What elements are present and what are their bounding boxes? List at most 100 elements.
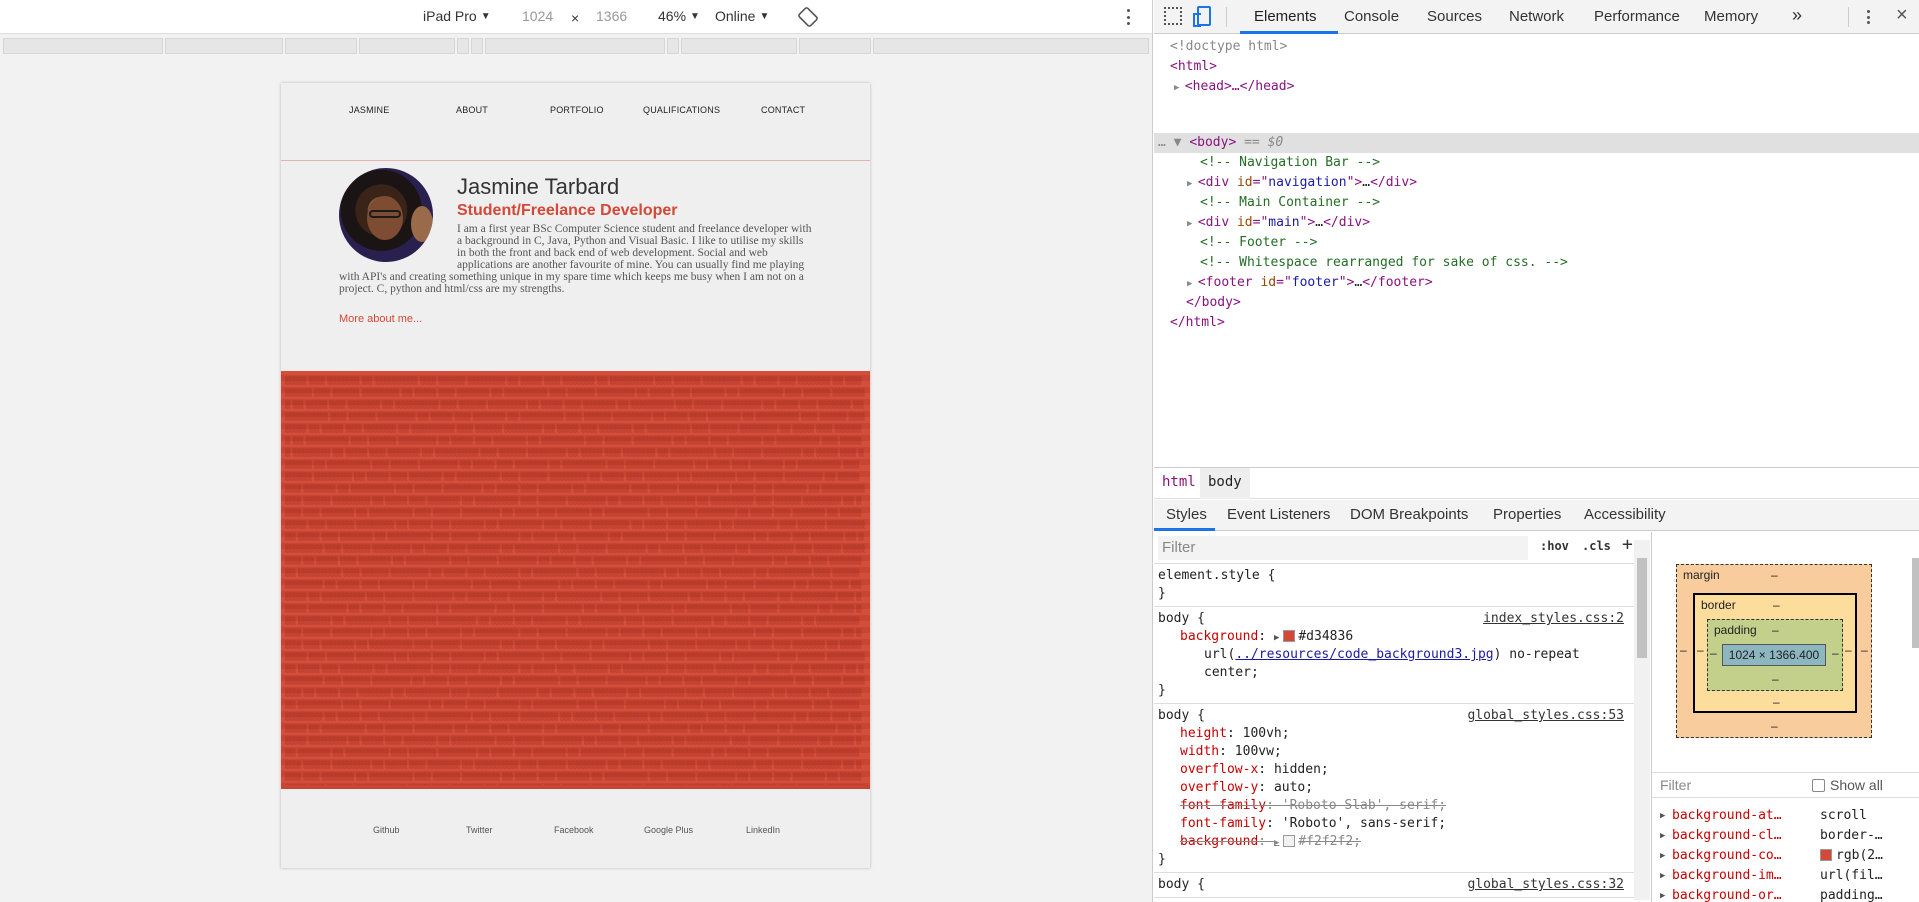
class-toggle[interactable]: .cls [1582, 539, 1611, 553]
dom-head[interactable]: ▶ <head>…</head> [1174, 77, 1294, 97]
tab-network[interactable]: Network [1509, 8, 1564, 25]
more-about-link[interactable]: More about me... [339, 313, 422, 325]
footer-link-twitter[interactable]: Twitter [466, 825, 493, 835]
tab-styles[interactable]: Styles [1166, 506, 1207, 523]
footer-link-google-plus[interactable]: Google Plus [644, 825, 693, 835]
computed-property-row[interactable]: ▶ background-im… url(fil… [1660, 866, 1910, 886]
zoom-select[interactable]: 46% ▼ [658, 8, 700, 24]
tab-properties[interactable]: Properties [1493, 506, 1561, 523]
scrollbar-thumb[interactable] [1637, 558, 1647, 658]
computed-scrollbar[interactable] [1912, 538, 1919, 898]
color-swatch[interactable] [1283, 835, 1296, 847]
nav-link-portfolio[interactable]: PORTFOLIO [550, 105, 604, 115]
inspect-element-icon[interactable] [1164, 7, 1182, 25]
style-declaration[interactable]: overflow-y: auto; [1158, 779, 1630, 797]
new-rule-button[interactable]: + [1622, 534, 1633, 555]
more-tabs-icon[interactable]: » [1792, 5, 1802, 26]
styles-filter-input[interactable]: Filter [1158, 536, 1528, 560]
profile-section: Jasmine Tarbard Student/Freelance Develo… [281, 161, 870, 372]
computed-property-row[interactable]: ▶ background-at… scroll [1660, 806, 1910, 826]
dom-body[interactable]: … ▼ <body> == $0 [1158, 133, 1283, 153]
profile-name: Jasmine Tarbard [457, 174, 620, 199]
site-navigation: JASMINE ABOUT PORTFOLIO QUALIFICATIONS C… [281, 83, 870, 161]
tab-sources[interactable]: Sources [1427, 8, 1482, 25]
network-select[interactable]: Online ▼ [715, 8, 769, 24]
network-value: Online [715, 8, 756, 24]
rule-selector: body { [1158, 708, 1205, 723]
styles-filter-row: Filter :hov .cls + [1154, 532, 1634, 564]
media-query-bar[interactable] [3, 38, 1150, 54]
chevron-down-icon: ▼ [690, 10, 700, 22]
color-swatch[interactable] [1283, 630, 1296, 642]
style-declaration[interactable]: font-family: 'Roboto', sans-serif; [1158, 815, 1630, 833]
times-sign: × [571, 10, 580, 26]
breadcrumb-body[interactable]: body [1208, 474, 1242, 490]
devtools-menu-icon[interactable] [1864, 8, 1872, 26]
dom-div-main[interactable]: ▶ <div id="main">…</div> [1187, 213, 1370, 233]
tab-event-listeners[interactable]: Event Listeners [1227, 506, 1330, 523]
dom-html-open[interactable]: <html> [1170, 57, 1217, 77]
footer-link-linkedin[interactable]: LinkedIn [746, 825, 780, 835]
show-all-checkbox[interactable] [1812, 779, 1825, 792]
more-options-icon[interactable] [1124, 7, 1132, 27]
styles-scrollbar[interactable] [1634, 540, 1650, 900]
site-footer: Github Twitter Facebook Google Plus Link… [281, 789, 870, 868]
scrollbar-thumb[interactable] [1912, 558, 1919, 648]
nav-link-home[interactable]: JASMINE [349, 105, 389, 115]
rule-source-link[interactable]: global_styles.css:32 [1467, 876, 1624, 894]
dom-comment-footer[interactable]: <!-- Footer --> [1200, 233, 1317, 253]
rule-selector[interactable]: element.style { [1158, 567, 1630, 585]
zoom-value: 46% [658, 8, 687, 24]
device-toolbar-toggle-icon[interactable] [1193, 6, 1211, 27]
dom-html-close[interactable]: </html> [1170, 313, 1225, 333]
nav-link-qualifications[interactable]: QUALIFICATIONS [643, 105, 720, 115]
dom-footer[interactable]: ▶ <footer id="footer">…</footer> [1187, 273, 1433, 293]
box-model-border[interactable]: border – – – – padding – – – – 1024 × 13… [1693, 593, 1857, 713]
code-texture: ▒▒▒▒ ▒▒▒ ▒▒▒▒▒▒ ▒▒ ▒▒▒▒▒▒▒▒ ▒▒▒ ▒▒▒▒▒ ▒▒… [285, 377, 865, 781]
box-model-margin[interactable]: margin – – – – border – – – – padding – … [1676, 564, 1872, 738]
dom-doctype[interactable]: <!doctype html> [1170, 37, 1287, 57]
rule-source-link[interactable]: global_styles.css:53 [1467, 707, 1624, 725]
hover-state-toggle[interactable]: :hov [1540, 539, 1569, 553]
footer-link-github[interactable]: Github [373, 825, 400, 835]
device-name: iPad Pro [423, 8, 477, 24]
tab-performance[interactable]: Performance [1594, 8, 1680, 25]
dom-body-close[interactable]: </body> [1186, 293, 1241, 313]
devtools-tabbar: Elements Console Sources Network Perform… [1154, 0, 1919, 34]
tab-elements[interactable]: Elements [1254, 8, 1317, 25]
nav-link-about[interactable]: ABOUT [456, 105, 488, 115]
style-declaration-overridden[interactable]: font-family: 'Roboto Slab', serif; [1158, 797, 1630, 815]
profile-bio: I am a first year BSc Computer Science s… [339, 223, 814, 295]
active-subtab-indicator [1154, 528, 1215, 531]
dom-comment-whitespace[interactable]: <!-- Whitespace rearranged for sake of c… [1200, 253, 1568, 273]
dom-comment-main[interactable]: <!-- Main Container --> [1200, 193, 1380, 213]
height-input[interactable]: 1366 [596, 8, 627, 24]
color-swatch[interactable] [1820, 849, 1832, 861]
rule-source-link[interactable]: index_styles.css:2 [1483, 610, 1624, 628]
style-declaration[interactable]: width: 100vw; [1158, 743, 1630, 761]
computed-property-row[interactable]: ▶ background-or… padding… [1660, 886, 1910, 902]
footer-link-facebook[interactable]: Facebook [554, 825, 594, 835]
box-model-content[interactable]: 1024 × 1366.400 [1722, 644, 1826, 666]
nav-link-contact[interactable]: CONTACT [761, 105, 805, 115]
styles-pane: Filter :hov .cls + element.style { } bod… [1154, 532, 1634, 902]
tab-dom-breakpoints[interactable]: DOM Breakpoints [1350, 506, 1468, 523]
rotate-icon[interactable] [798, 7, 818, 27]
computed-property-row[interactable]: ▶ background-co… rgb(2… [1660, 846, 1910, 866]
dom-comment-nav[interactable]: <!-- Navigation Bar --> [1200, 153, 1380, 173]
width-input[interactable]: 1024 [522, 8, 553, 24]
computed-property-row[interactable]: ▶ background-cl… border-… [1660, 826, 1910, 846]
tab-console[interactable]: Console [1344, 8, 1399, 25]
tab-accessibility[interactable]: Accessibility [1584, 506, 1666, 523]
dom-div-navigation[interactable]: ▶ <div id="navigation">…</div> [1187, 173, 1417, 193]
style-declaration-overridden[interactable]: background: ▶ #f2f2f2; [1158, 833, 1630, 851]
computed-filter-input[interactable]: Filter [1660, 777, 1691, 793]
style-declaration[interactable]: overflow-x: hidden; [1158, 761, 1630, 779]
resource-link[interactable]: ../resources/code_background3.jpg [1235, 647, 1493, 662]
style-declaration[interactable]: height: 100vh; [1158, 725, 1630, 743]
box-model-padding[interactable]: padding – – – – 1024 × 1366.400 [1707, 619, 1843, 691]
close-icon[interactable]: × [1896, 4, 1908, 27]
breadcrumb-html[interactable]: html [1162, 474, 1196, 490]
device-select[interactable]: iPad Pro ▼ [423, 8, 491, 24]
tab-memory[interactable]: Memory [1704, 8, 1758, 25]
